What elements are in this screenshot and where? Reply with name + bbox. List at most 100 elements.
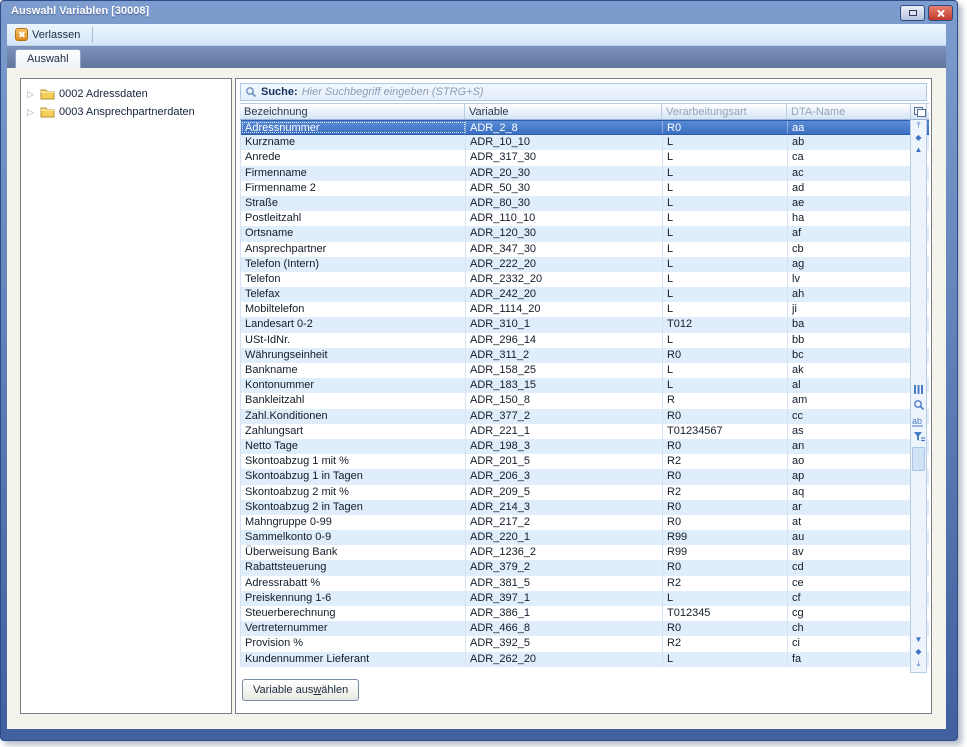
table-cell: cb [788, 242, 913, 257]
scrollbar-thumb[interactable] [912, 447, 925, 471]
table-cell: ADR_381_5 [466, 576, 663, 591]
table-cell: Sammelkonto 0-9 [241, 530, 466, 545]
table-row[interactable]: TelefonADR_2332_20Llv [241, 272, 929, 287]
table-row[interactable]: KurznameADR_10_10Lab [241, 135, 929, 150]
table-row[interactable]: Netto TageADR_198_3R0an [241, 439, 929, 454]
table-cell: R0 [663, 439, 788, 454]
tree-item[interactable]: ▷0003 Ansprechpartnerdaten [21, 103, 231, 121]
table-row[interactable]: BankleitzahlADR_150_8Ram [241, 393, 929, 408]
table-row[interactable]: Skontoabzug 1 mit %ADR_201_5R2ao [241, 454, 929, 469]
table-row[interactable]: TelefaxADR_242_20Lah [241, 287, 929, 302]
column-header-verarbeitungsart[interactable]: Verarbeitungsart [662, 104, 787, 119]
table-cell: R0 [663, 515, 788, 530]
table-row[interactable]: Skontoabzug 2 mit %ADR_209_5R2aq [241, 485, 929, 500]
table-cell: ADR_377_2 [466, 409, 663, 424]
toolbar-separator [92, 27, 93, 43]
close-button[interactable] [928, 5, 953, 21]
table-row[interactable]: AnredeADR_317_30Lca [241, 150, 929, 165]
scroll-page-up-button[interactable]: ◆ [911, 132, 926, 144]
table-row[interactable]: MobiltelefonADR_1114_20Lji [241, 302, 929, 317]
table-cell: ah [788, 287, 913, 302]
table-row[interactable]: Kundennummer LieferantADR_262_20Lfa [241, 652, 929, 667]
table-cell: R [663, 393, 788, 408]
table-row[interactable]: FirmennameADR_20_30Lac [241, 166, 929, 181]
search-input[interactable]: Hier Suchbegriff eingeben (STRG+S) [302, 86, 484, 98]
expander-icon[interactable]: ▷ [27, 89, 36, 100]
table-cell: Steuerberechnung [241, 606, 466, 621]
table-cell: R2 [663, 576, 788, 591]
table-row[interactable]: Überweisung BankADR_1236_2R99av [241, 545, 929, 560]
variables-panel: Suche: Hier Suchbegriff eingeben (STRG+S… [235, 78, 932, 714]
table-cell: Adressnummer [241, 121, 466, 134]
column-chooser-button[interactable] [911, 104, 926, 120]
table-row[interactable]: Sammelkonto 0-9ADR_220_1R99au [241, 530, 929, 545]
table-cell: L [663, 166, 788, 181]
table-cell: ADR_158_25 [466, 363, 663, 378]
table-row[interactable]: PostleitzahlADR_110_10Lha [241, 211, 929, 226]
column-header-bezeichnung[interactable]: Bezeichnung [240, 104, 465, 119]
table-row[interactable]: Landesart 0-2ADR_310_1T012ba [241, 317, 929, 332]
table-row[interactable]: Firmenname 2ADR_50_30Lad [241, 181, 929, 196]
table-cell: an [788, 439, 913, 454]
restore-button[interactable] [900, 5, 925, 21]
tree-item[interactable]: ▷0002 Adressdaten [21, 85, 231, 103]
table-cell: ch [788, 621, 913, 636]
table-cell: bc [788, 348, 913, 363]
expander-icon[interactable]: ▷ [27, 107, 36, 118]
table-row[interactable]: USt-IdNr.ADR_296_14Lbb [241, 333, 929, 348]
table-row[interactable]: WährungseinheitADR_311_2R0bc [241, 348, 929, 363]
table-row[interactable]: KontonummerADR_183_15Lal [241, 378, 929, 393]
search-bar[interactable]: Suche: Hier Suchbegriff eingeben (STRG+S… [240, 83, 927, 101]
table-row[interactable]: Skontoabzug 1 in TagenADR_206_3R0ap [241, 469, 929, 484]
table-cell: ADR_242_20 [466, 287, 663, 302]
table-row[interactable]: Preiskennung 1-6ADR_397_1Lcf [241, 591, 929, 606]
category-tree[interactable]: ▷0002 Adressdaten▷0003 Ansprechpartnerda… [20, 78, 232, 714]
table-row[interactable]: StraßeADR_80_30Lae [241, 196, 929, 211]
scroll-up-button[interactable]: ▲ [911, 144, 926, 156]
table-row[interactable]: VertreternummerADR_466_8R0ch [241, 621, 929, 636]
tab-auswahl[interactable]: Auswahl [15, 49, 81, 68]
table-cell: Landesart 0-2 [241, 317, 466, 332]
column-header-variable[interactable]: Variable [465, 104, 662, 119]
table-row[interactable]: Adressrabatt %ADR_381_5R2ce [241, 576, 929, 591]
table-cell: L [663, 211, 788, 226]
grid-scrollbar[interactable]: ⤒ ◆ ▲ ab [910, 103, 927, 673]
table-cell: Telefax [241, 287, 466, 302]
table-cell: ADR_379_2 [466, 560, 663, 575]
table-cell: Skontoabzug 1 mit % [241, 454, 466, 469]
table-cell: R0 [663, 621, 788, 636]
table-cell: Firmenname 2 [241, 181, 466, 196]
table-row[interactable]: BanknameADR_158_25Lak [241, 363, 929, 378]
table-row[interactable]: Zahl.KonditionenADR_377_2R0cc [241, 409, 929, 424]
table-row[interactable]: AnsprechpartnerADR_347_30Lcb [241, 242, 929, 257]
table-row[interactable]: SteuerberechnungADR_386_1T012345cg [241, 606, 929, 621]
scroll-down-button[interactable]: ▼ [911, 634, 926, 646]
table-row[interactable]: OrtsnameADR_120_30Laf [241, 226, 929, 241]
table-cell: ADR_150_8 [466, 393, 663, 408]
exit-icon [15, 28, 28, 41]
scroll-page-down-button[interactable]: ◆ [911, 646, 926, 658]
titlebar[interactable]: Auswahl Variablen [30008] [1, 1, 957, 24]
table-row[interactable]: Provision %ADR_392_5R2ci [241, 636, 929, 651]
table-row[interactable]: AdressnummerADR_2_8R0aa [241, 120, 929, 135]
columns-icon[interactable] [913, 384, 924, 395]
table-cell: ci [788, 636, 913, 651]
verlassen-button[interactable]: Verlassen [12, 26, 86, 43]
zoom-search-icon[interactable] [913, 399, 925, 411]
table-cell: L [663, 196, 788, 211]
table-cell: Adressrabatt % [241, 576, 466, 591]
scroll-to-top-button[interactable]: ⤒ [911, 120, 926, 132]
table-row[interactable]: ZahlungsartADR_221_1T01234567as [241, 424, 929, 439]
table-cell: Mahngruppe 0-99 [241, 515, 466, 530]
find-panel-icon[interactable]: ab [912, 415, 925, 427]
scroll-to-bottom-button[interactable]: ⤓ [911, 658, 926, 670]
table-row[interactable]: RabattsteuerungADR_379_2R0cd [241, 560, 929, 575]
table-row[interactable]: Mahngruppe 0-99ADR_217_2R0at [241, 515, 929, 530]
variable-auswaehlen-button[interactable]: Variable auswählen [242, 679, 359, 701]
column-header-dta-name[interactable]: DTA-Name [787, 104, 912, 119]
table-cell: L [663, 242, 788, 257]
table-row[interactable]: Telefon (Intern)ADR_222_20Lag [241, 257, 929, 272]
table-cell: Ansprechpartner [241, 242, 466, 257]
filter-icon[interactable] [913, 431, 925, 443]
table-row[interactable]: Skontoabzug 2 in TagenADR_214_3R0ar [241, 500, 929, 515]
